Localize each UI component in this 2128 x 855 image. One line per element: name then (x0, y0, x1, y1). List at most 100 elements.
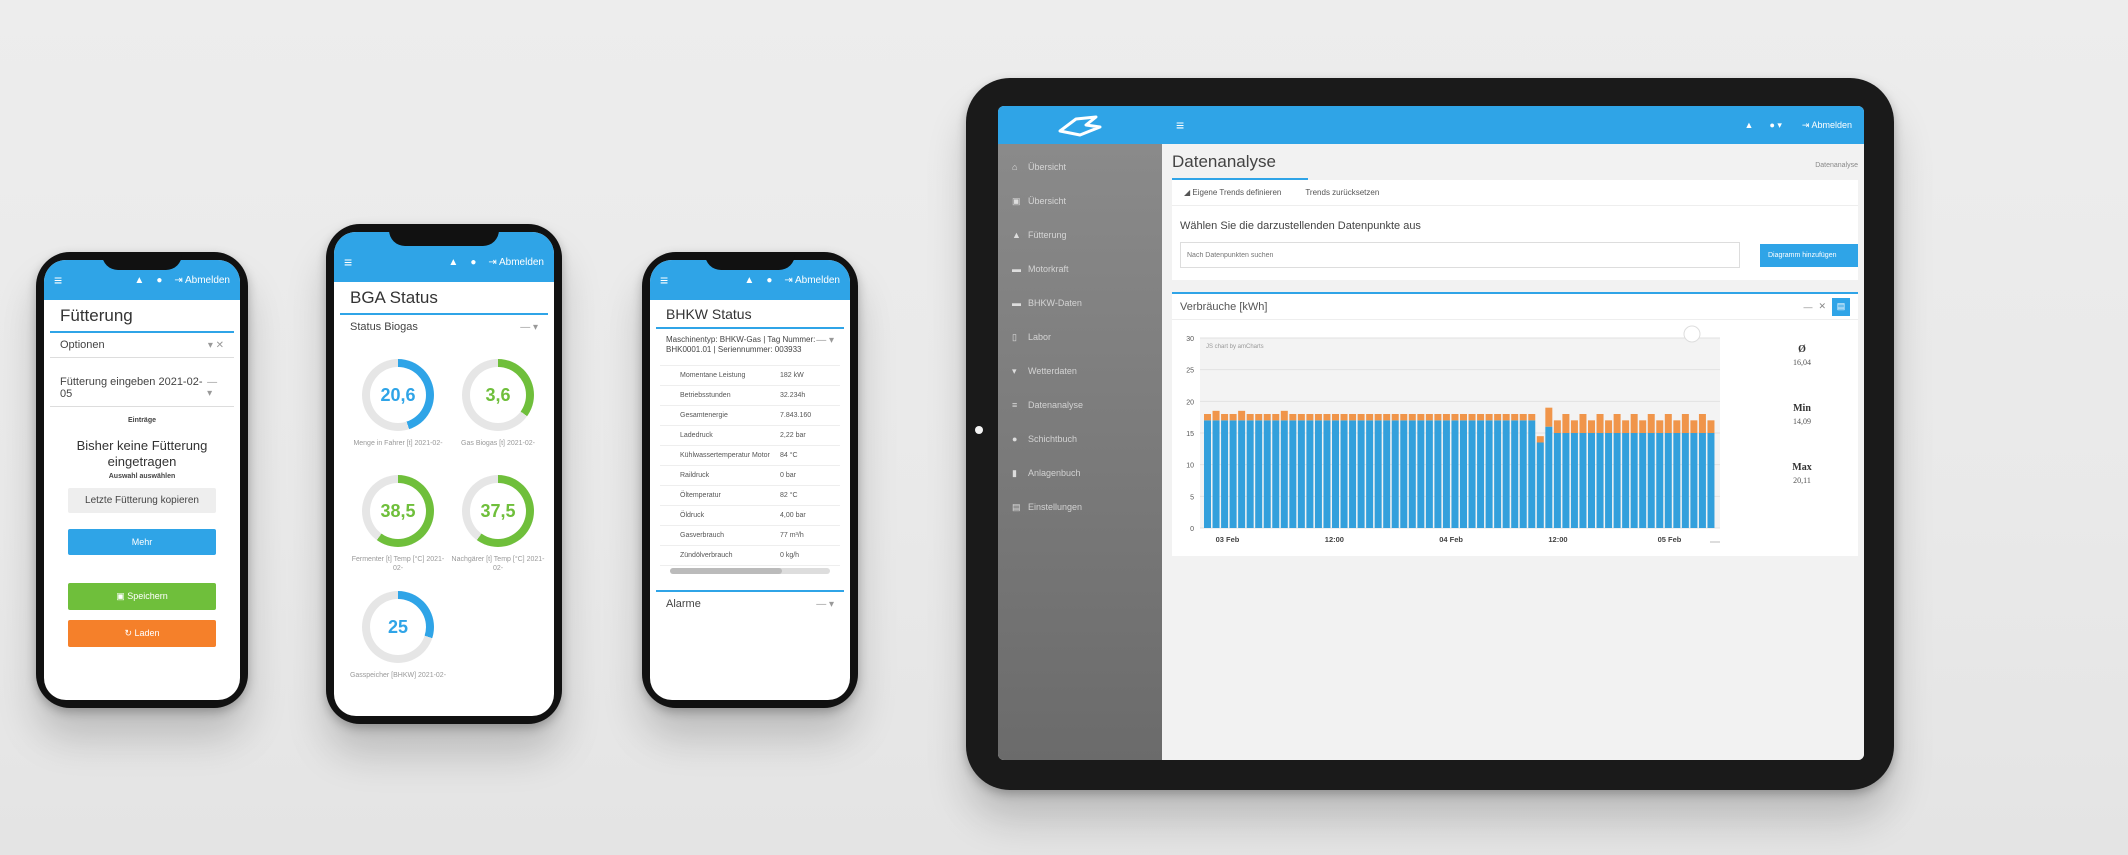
stat-label: Ø (1798, 344, 1806, 355)
row-key: Momentane Leistung (680, 372, 746, 379)
topbar: ≡ ▲ ● ▾ ⇥ Abmelden (998, 106, 1864, 144)
sidebar-item-8[interactable]: ● Schichtbuch (998, 422, 1162, 456)
bar-base (1477, 420, 1485, 528)
row-key: Zündölverbrauch (680, 552, 733, 559)
row-value: 77 m³/h (780, 532, 804, 539)
machine-panel-header[interactable]: Maschinentyp: BHKW-Gas | Tag Nummer: BHK… (656, 329, 844, 361)
logout-button[interactable]: ⇥ Abmelden (488, 257, 544, 268)
bar-top (1297, 414, 1305, 421)
chart-header: Verbräuche [kWh] — ✕ ▤ (1172, 294, 1858, 320)
bar-base (1698, 433, 1706, 528)
menu-icon[interactable]: ≡ (1176, 117, 1184, 133)
bar-top (1425, 414, 1433, 421)
bell-icon[interactable]: ▲ (448, 257, 458, 268)
bar-top (1588, 420, 1595, 433)
logo[interactable] (998, 113, 1162, 137)
bar-top (1204, 414, 1211, 421)
zoom-out-icon[interactable] (1683, 325, 1701, 343)
close-icon[interactable]: ✕ (1818, 301, 1826, 312)
menu-icon[interactable]: ≡ (660, 272, 668, 288)
horizontal-scrollbar[interactable] (670, 568, 830, 574)
sidebar-item-3[interactable]: ▬ Motorkraft (998, 252, 1162, 286)
user-icon[interactable]: ● (470, 257, 476, 268)
collapse-icon[interactable]: — (1803, 302, 1812, 312)
logout-button[interactable]: ⇥ Abmelden (174, 275, 230, 286)
bar-top (1639, 420, 1647, 433)
bar-top (1630, 414, 1638, 433)
consumption-chart[interactable]: 0 5 10 15 20 25 30 03 Feb 12:00 04 Feb 12:00 05 Feb… (1172, 320, 1732, 556)
entry-panel[interactable]: Fütterung eingeben 2021-02-05— ▾ (50, 370, 234, 407)
stat-label: Min (1793, 403, 1811, 414)
add-diagram-button[interactable]: Diagramm hinzufügen (1760, 243, 1858, 267)
user-icon[interactable]: ● ▾ (1769, 120, 1781, 131)
sidebar-item-label: Motorkraft (1028, 264, 1069, 274)
bar-top (1536, 436, 1544, 443)
pin-icon: ● (1012, 434, 1018, 444)
more-button[interactable]: Mehr (68, 528, 216, 555)
bhkw-values-table: Momentane Leistung 182 kW Betriebsstunden 3… (660, 365, 840, 566)
sidebar-item-10[interactable]: ▤ Einstellungen (998, 490, 1162, 524)
panel-controls-icon[interactable]: — ▾ (816, 599, 834, 610)
user-icon[interactable]: ● (156, 275, 162, 286)
sidebar-item-6[interactable]: ▾ Wetterdaten (998, 354, 1162, 388)
options-panel[interactable]: Optionen ▾ ✕ (50, 333, 234, 358)
scrollbar-thumb[interactable] (670, 568, 782, 574)
alarms-panel[interactable]: Alarme — ▾ (656, 590, 844, 616)
panel-controls-icon[interactable]: ▾ ✕ (208, 340, 224, 351)
logout-button[interactable]: ⇥ Abmelden (1802, 120, 1852, 131)
bell-icon[interactable]: ▲ (134, 275, 144, 286)
sidebar-item-9[interactable]: ▮ Anlagenbuch (998, 456, 1162, 490)
sidebar-item-label: Einstellungen (1028, 502, 1083, 512)
bar-top (1451, 414, 1459, 421)
bar-top (1383, 414, 1391, 421)
y-tick-label: 5 (1190, 494, 1194, 501)
bell-icon[interactable]: ▲ (744, 275, 754, 286)
sidebar-item-5[interactable]: ▯ Labor (998, 320, 1162, 354)
sidebar-item-4[interactable]: ▬ BHKW-Daten (998, 286, 1162, 320)
logout-button[interactable]: ⇥ Abmelden (784, 275, 840, 286)
bell-icon[interactable]: ▲ (1745, 120, 1754, 130)
bar-base (1255, 420, 1263, 528)
chart-panel: Verbräuche [kWh] — ✕ ▤ 0 5 10 15 20 25 30 03 Fe… (1172, 292, 1858, 556)
bar-top (1528, 414, 1536, 421)
logout-label: Abmelden (498, 256, 544, 268)
bar-top (1221, 414, 1229, 421)
panel-controls-icon[interactable]: — ▾ (816, 335, 834, 346)
sidebar-item-label: Wetterdaten (1028, 366, 1077, 376)
gauge-1: 20,6 (362, 359, 434, 431)
bar-base (1664, 433, 1672, 528)
select-all-link[interactable]: Auswahl auswählen (44, 473, 240, 480)
menu-icon[interactable]: ≡ (344, 254, 352, 270)
sidebar-item-1[interactable]: ▣ Übersicht (998, 184, 1162, 218)
bar-top (1553, 420, 1561, 433)
tab-define-trends[interactable]: ◢ Eigene Trends definieren (1172, 188, 1293, 197)
user-icon[interactable]: ● (766, 275, 772, 286)
sidebar-item-label: Datenanalyse (1028, 400, 1084, 410)
bar-top (1613, 414, 1621, 433)
logout-label: Abmelden (184, 274, 230, 286)
bar-top (1314, 414, 1322, 421)
y-tick-label: 15 (1186, 431, 1194, 438)
gauge-label: Fermenter [t] Temp [°C] 2021-02- (351, 556, 445, 573)
tab-reset-trends[interactable]: Trends zurücksetzen (1293, 188, 1391, 197)
stat-block: Ø 16,04 (1752, 344, 1852, 367)
bar-base (1511, 420, 1519, 528)
settings-button[interactable]: ▤ (1832, 297, 1850, 316)
panel-controls-icon[interactable]: — ▾ (207, 377, 224, 399)
table-row: Ladedruck 2,22 bar (660, 426, 840, 446)
bar-base (1323, 420, 1331, 528)
file-icon: ▯ (1012, 331, 1017, 342)
status-panel-header[interactable]: Status Biogas — ▾ (340, 315, 548, 339)
menu-icon[interactable]: ≡ (54, 272, 62, 288)
reload-button[interactable]: ↻ Laden (68, 619, 216, 647)
sidebar-item-0[interactable]: ⌂ Übersicht (998, 150, 1162, 184)
sidebar-item-2[interactable]: ▲ Fütterung (998, 218, 1162, 252)
datapoint-search-input[interactable] (1180, 242, 1740, 268)
bar-top (1681, 414, 1689, 433)
copy-last-button[interactable]: Letzte Fütterung kopieren (68, 487, 216, 513)
sidebar-item-7[interactable]: ≡ Datenanalyse (998, 388, 1162, 422)
row-key: Betriebsstunden (680, 392, 731, 399)
phone-bga: ≡ ▲ ● ⇥ Abmelden BGA Status Status Bioga… (326, 224, 562, 724)
panel-controls-icon[interactable]: — ▾ (520, 322, 538, 333)
save-button[interactable]: ▣ Speichern (68, 582, 216, 610)
